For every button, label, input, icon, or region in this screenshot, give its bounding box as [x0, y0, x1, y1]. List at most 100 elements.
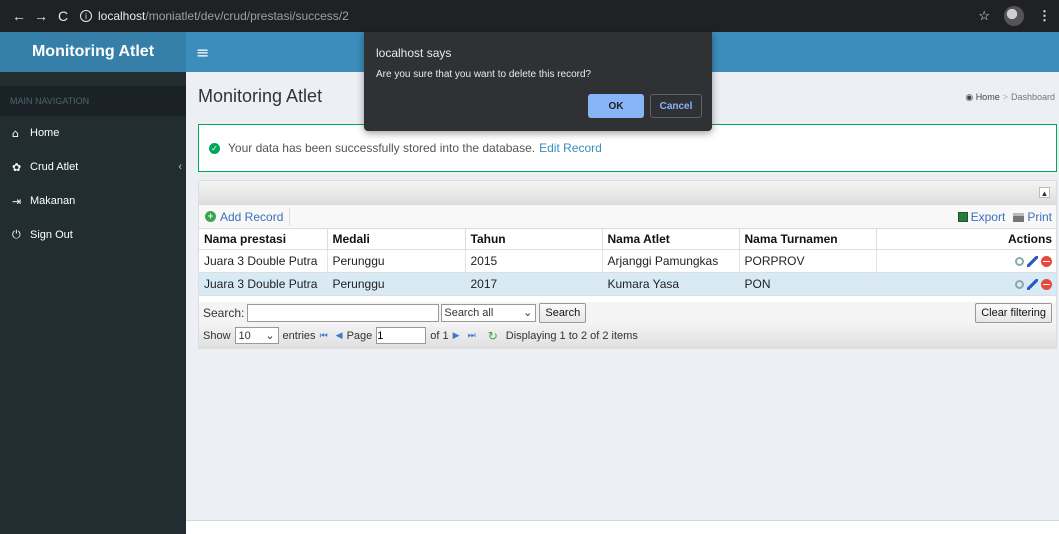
sign-in-icon: ⇥ [12, 194, 22, 208]
sidebar-item-label: Crud Atlet [30, 161, 79, 173]
view-magnifier-icon[interactable] [1015, 256, 1024, 266]
column-header[interactable]: Nama prestasi [199, 229, 328, 250]
sidebar-item-sign-out[interactable]: ⏻ Sign Out [0, 218, 186, 252]
confirm-dialog: localhost says Are you sure that you wan… [364, 32, 712, 131]
add-record-button[interactable]: + Add Record [205, 207, 291, 226]
view-magnifier-icon[interactable] [1015, 279, 1024, 289]
sidebar-item-label: Makanan [30, 195, 76, 207]
gear-icon: ✿ [12, 160, 22, 174]
table-row: Juara 3 Double Putra Perunggu 2017 Kumar… [199, 272, 1056, 296]
alert-message: Your data has been successfully stored i… [228, 141, 536, 155]
back-arrow-icon[interactable]: ← [8, 8, 30, 24]
entries-label: entries [282, 329, 316, 342]
url-path: /moniatlet/dev/crud/prestasi/success/2 [145, 9, 349, 23]
row-actions [876, 249, 1056, 273]
print-button[interactable]: Print [1013, 210, 1052, 224]
first-page-icon[interactable]: ⏮ [320, 331, 328, 341]
sidebar-item-home[interactable]: ⌂ Home [0, 116, 186, 150]
breadcrumb: ◉ Home > Dashboard [965, 92, 1055, 102]
plus-circle-icon: + [205, 211, 216, 222]
clear-filtering-button[interactable]: Clear filtering [975, 302, 1052, 323]
sidebar-item-makanan[interactable]: ⇥ Makanan [0, 184, 186, 218]
entries-value: 10 [238, 329, 251, 342]
breadcrumb-dashboard: Dashboard [1010, 92, 1055, 102]
page-input[interactable] [376, 327, 427, 344]
app-logo[interactable]: Monitoring Atlet [0, 32, 186, 72]
check-circle-icon: ✓ [209, 142, 220, 154]
breadcrumb-home[interactable]: Home [976, 92, 1000, 102]
export-button[interactable]: Export [957, 209, 1006, 224]
chevron-down-icon: ⌄ [265, 330, 275, 342]
forward-arrow-icon[interactable]: → [30, 8, 52, 24]
collapse-caret-icon[interactable]: ▲ [1039, 187, 1050, 198]
sidebar-item-label: Sign Out [30, 229, 73, 241]
displaying-text: Displaying 1 to 2 of 2 items [505, 329, 638, 342]
table-cell: Juara 3 Double Putra [199, 249, 328, 273]
search-bar: Search: Search all ⌄ Search Clear filteri… [199, 295, 1056, 324]
content-area: Monitoring Atlet ◉ Home > Dashboard ✓ Your… [186, 72, 1059, 522]
sidebar: MAIN NAVIGATION ⌂ Home ✿ Crud Atlet ‹ ⇥ … [0, 72, 186, 534]
export-label: Export [970, 209, 1006, 224]
grid-header-bar: ▲ [199, 181, 1056, 205]
table-cell: PON [739, 272, 877, 296]
show-label: Show [203, 329, 231, 342]
print-label: Print [1027, 209, 1052, 224]
search-input[interactable] [247, 303, 440, 322]
dialog-title: localhost says [376, 46, 452, 60]
printer-icon [1013, 212, 1025, 222]
column-header: Actions [876, 229, 1056, 250]
table-cell: Kumara Yasa [602, 272, 740, 296]
url-host: localhost [98, 9, 146, 23]
excel-icon [957, 211, 968, 222]
address-bar[interactable]: i localhost/moniatlet/dev/crud/prestasi/… [80, 9, 349, 23]
of-label: of 1 [430, 329, 449, 342]
dialog-cancel-button[interactable]: Cancel [650, 94, 702, 118]
prev-page-icon[interactable]: ◀ [336, 331, 343, 341]
dashboard-icon: ◉ [965, 92, 974, 102]
sidebar-item-label: Home [30, 127, 60, 139]
browser-menu-icon[interactable]: ⋮ [1038, 8, 1051, 24]
column-header[interactable]: Medali [327, 229, 466, 250]
column-header[interactable]: Tahun [465, 229, 603, 250]
next-page-icon[interactable]: ▶ [453, 331, 460, 341]
footer [186, 520, 1059, 534]
search-button[interactable]: Search [539, 302, 587, 323]
table-cell: Juara 3 Double Putra [199, 272, 328, 296]
table-cell: Perunggu [327, 272, 466, 296]
info-icon[interactable]: i [80, 10, 92, 22]
data-grid: ▲ + Add Record Export Print Nama prestas… [198, 180, 1057, 349]
sidebar-item-crud-atlet[interactable]: ✿ Crud Atlet ‹ [0, 150, 186, 184]
refresh-icon[interactable]: ↻ [488, 329, 498, 343]
success-alert: ✓ Your data has been successfully stored… [198, 124, 1057, 172]
grid-toolbar: + Add Record Export Print [199, 205, 1056, 229]
power-icon: ⏻ [12, 228, 21, 241]
page-title: Monitoring Atlet [198, 86, 323, 106]
entries-select[interactable]: 10 ⌄ [234, 327, 279, 344]
table-row: Juara 3 Double Putra Perunggu 2015 Arjan… [199, 249, 1056, 273]
column-header[interactable]: Nama Atlet [602, 229, 740, 250]
dialog-ok-button[interactable]: OK [588, 94, 644, 118]
profile-avatar[interactable] [1004, 6, 1024, 26]
table-cell: Arjanggi Pamungkas [602, 249, 740, 273]
edit-pencil-icon[interactable] [1027, 255, 1038, 267]
browser-toolbar: ← → C i localhost/moniatlet/dev/crud/pre… [0, 0, 1059, 32]
add-record-label: Add Record [220, 209, 284, 224]
column-header[interactable]: Nama Turnamen [739, 229, 877, 250]
edit-record-link[interactable]: Edit Record [539, 141, 602, 155]
bookmark-star-icon[interactable]: ☆ [978, 8, 990, 24]
home-icon: ⌂ [12, 126, 19, 140]
search-field-select[interactable]: Search all ⌄ [441, 303, 537, 322]
chevron-left-icon: ‹ [178, 161, 182, 173]
row-actions [876, 272, 1056, 296]
delete-icon[interactable] [1041, 278, 1052, 290]
table-cell: 2015 [465, 249, 603, 273]
table-cell: 2017 [465, 272, 603, 296]
delete-icon[interactable] [1041, 255, 1052, 267]
chevron-down-icon: ⌄ [523, 307, 533, 319]
reload-icon[interactable]: C [52, 8, 74, 24]
table-cell: PORPROV [739, 249, 877, 273]
hamburger-menu-icon[interactable]: ≡ [196, 43, 209, 62]
edit-pencil-icon[interactable] [1027, 278, 1038, 290]
table-cell: Perunggu [327, 249, 466, 273]
last-page-icon[interactable]: ⏭ [468, 331, 476, 341]
